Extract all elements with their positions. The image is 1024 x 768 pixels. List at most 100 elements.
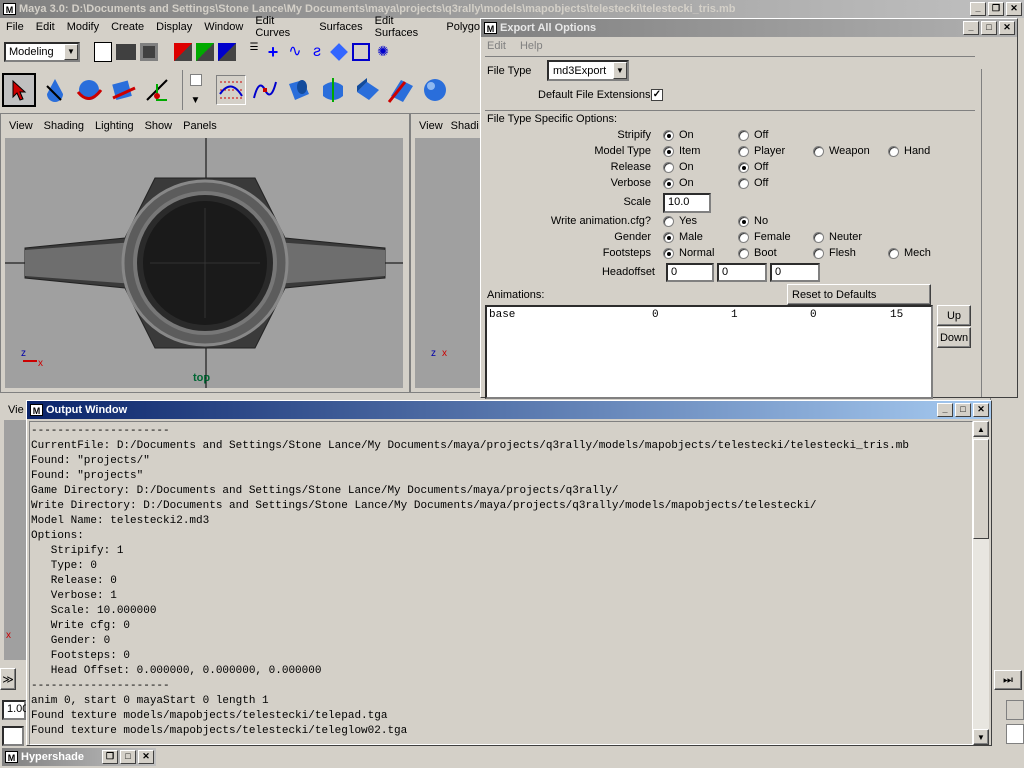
default-ext-checkbox[interactable]: ✓ xyxy=(651,89,663,101)
manipulator-tool-icon[interactable] xyxy=(142,75,172,105)
sphere-icon[interactable] xyxy=(420,75,450,105)
shelf-menu-icon[interactable]: ▼ xyxy=(191,95,201,106)
export-menu-edit[interactable]: Edit xyxy=(487,40,506,52)
export-titlebar[interactable]: M Export All Options _ □ ✕ xyxy=(481,19,1017,37)
snap-curve-icon[interactable]: ∿ xyxy=(286,43,304,61)
release-on-radio[interactable]: On xyxy=(663,161,694,173)
menu-polygons[interactable]: Polygo xyxy=(446,21,480,33)
export-minimize-button[interactable]: _ xyxy=(963,21,979,35)
scale-tool-icon[interactable] xyxy=(108,75,138,105)
select-hierarchy-icon[interactable] xyxy=(174,43,192,61)
vp2-menu-view[interactable]: View xyxy=(419,120,443,132)
command-line-field[interactable] xyxy=(2,726,24,746)
vp-menu-lighting[interactable]: Lighting xyxy=(95,120,134,132)
snap-grid-icon[interactable]: + xyxy=(264,43,282,61)
footsteps-normal-radio[interactable]: Normal xyxy=(663,247,714,259)
gender-female-radio[interactable]: Female xyxy=(738,231,791,243)
planar-icon[interactable] xyxy=(386,75,416,105)
dialog-scrollbar[interactable] xyxy=(981,69,999,397)
vp2-menu-shading[interactable]: Shadi xyxy=(451,120,479,132)
output-close-button[interactable]: ✕ xyxy=(973,403,989,417)
vp-menu-panels[interactable]: Panels xyxy=(183,120,217,132)
output-scrollbar[interactable]: ▲ ▼ xyxy=(973,421,989,745)
viewport-canvas[interactable]: z x top xyxy=(5,138,403,388)
menu-file[interactable]: File xyxy=(6,21,24,33)
render-region-icon[interactable] xyxy=(352,43,370,61)
vp-menu-shading[interactable]: Shading xyxy=(44,120,84,132)
menu-edit-surfaces[interactable]: Edit Surfaces xyxy=(375,15,435,39)
loft-icon[interactable] xyxy=(318,75,348,105)
hypershade-close-button[interactable]: ✕ xyxy=(138,750,154,764)
export-maximize-button[interactable]: □ xyxy=(981,21,997,35)
extrude-icon[interactable] xyxy=(352,75,382,105)
menu-edit-curves[interactable]: Edit Curves xyxy=(255,15,307,39)
menu-surfaces[interactable]: Surfaces xyxy=(319,21,362,33)
release-off-radio[interactable]: Off xyxy=(738,161,768,173)
expand-icon[interactable]: ≫ xyxy=(0,668,16,690)
reset-defaults-button[interactable]: Reset to Defaults xyxy=(787,284,931,305)
scroll-down-button[interactable]: ▼ xyxy=(973,729,989,745)
viewport-side[interactable]: View Shadi zx xyxy=(410,113,482,393)
up-button[interactable]: Up xyxy=(937,305,971,326)
viewport-top[interactable]: View Shading Lighting Show Panels z x to… xyxy=(0,113,410,393)
model-type-item-radio[interactable]: Item xyxy=(663,145,700,157)
scale-field[interactable]: 10.0 xyxy=(663,193,711,213)
hypershade-titlebar[interactable]: M Hypershade ❐ □ ✕ xyxy=(2,748,156,766)
export-menu-help[interactable]: Help xyxy=(520,40,543,52)
ipr-render-icon[interactable]: ✺ xyxy=(374,43,392,61)
playback-end-button[interactable]: ⏭ xyxy=(994,670,1022,690)
stripify-off-radio[interactable]: Off xyxy=(738,129,768,141)
new-scene-icon[interactable] xyxy=(94,42,112,62)
lasso-tool-icon[interactable] xyxy=(40,75,70,105)
hypershade-max-button[interactable]: □ xyxy=(120,750,136,764)
restore-button[interactable]: ❐ xyxy=(988,2,1004,16)
rotate-tool-icon[interactable] xyxy=(74,75,104,105)
mask-dropdown-icon[interactable]: ☰ xyxy=(248,42,260,62)
footsteps-flesh-radio[interactable]: Flesh xyxy=(813,247,856,259)
time-slider-toggle[interactable]: ≫ xyxy=(0,668,22,690)
range-start-field[interactable]: 1.00 xyxy=(2,700,28,720)
file-type-dropdown[interactable]: md3Export ▼ xyxy=(547,60,629,81)
gender-neuter-radio[interactable]: Neuter xyxy=(813,231,862,243)
headoffset-x-field[interactable]: 0 xyxy=(666,263,714,282)
minimize-button[interactable]: _ xyxy=(970,2,986,16)
verbose-on-radio[interactable]: On xyxy=(663,177,694,189)
revolve-icon[interactable] xyxy=(284,75,314,105)
vp3-menu-view[interactable]: Vie xyxy=(0,398,26,416)
down-button[interactable]: Down xyxy=(937,327,971,348)
footsteps-mech-radio[interactable]: Mech xyxy=(888,247,931,259)
model-type-hand-radio[interactable]: Hand xyxy=(888,145,930,157)
save-scene-icon[interactable] xyxy=(140,43,158,61)
output-text-area[interactable]: --------------------- CurrentFile: D:/Doc… xyxy=(29,421,973,745)
menu-display[interactable]: Display xyxy=(156,21,192,33)
vp-menu-view[interactable]: View xyxy=(9,120,33,132)
output-maximize-button[interactable]: □ xyxy=(955,403,971,417)
write-anim-yes-radio[interactable]: Yes xyxy=(663,215,697,227)
footsteps-boot-radio[interactable]: Boot xyxy=(738,247,777,259)
ep-curve-icon[interactable] xyxy=(250,75,280,105)
list-item[interactable]: base 0 1 0 15 xyxy=(487,307,931,323)
hypershade-restore-button[interactable]: ❐ xyxy=(102,750,118,764)
stripify-on-radio[interactable]: On xyxy=(663,129,694,141)
mode-dropdown[interactable]: Modeling ▼ xyxy=(4,42,80,62)
model-type-weapon-radio[interactable]: Weapon xyxy=(813,145,870,157)
vp-menu-show[interactable]: Show xyxy=(145,120,173,132)
lower-viewport-canvas[interactable]: x xyxy=(4,420,26,660)
menu-create[interactable]: Create xyxy=(111,21,144,33)
output-minimize-button[interactable]: _ xyxy=(937,403,953,417)
close-button[interactable]: ✕ xyxy=(1006,2,1022,16)
export-close-button[interactable]: ✕ xyxy=(999,21,1015,35)
headoffset-z-field[interactable]: 0 xyxy=(770,263,820,282)
scroll-thumb[interactable] xyxy=(973,439,989,539)
select-object-icon[interactable] xyxy=(196,43,214,61)
select-tool-icon[interactable] xyxy=(2,73,36,107)
write-anim-no-radio[interactable]: No xyxy=(738,215,768,227)
headoffset-y-field[interactable]: 0 xyxy=(717,263,767,282)
menu-edit[interactable]: Edit xyxy=(36,21,55,33)
menu-window[interactable]: Window xyxy=(204,21,243,33)
model-type-player-radio[interactable]: Player xyxy=(738,145,785,157)
output-titlebar[interactable]: M Output Window _ □ ✕ xyxy=(27,401,991,419)
shelf-tab-icon[interactable] xyxy=(189,74,202,86)
animations-list[interactable]: base 0 1 0 15 xyxy=(485,305,933,399)
verbose-off-radio[interactable]: Off xyxy=(738,177,768,189)
